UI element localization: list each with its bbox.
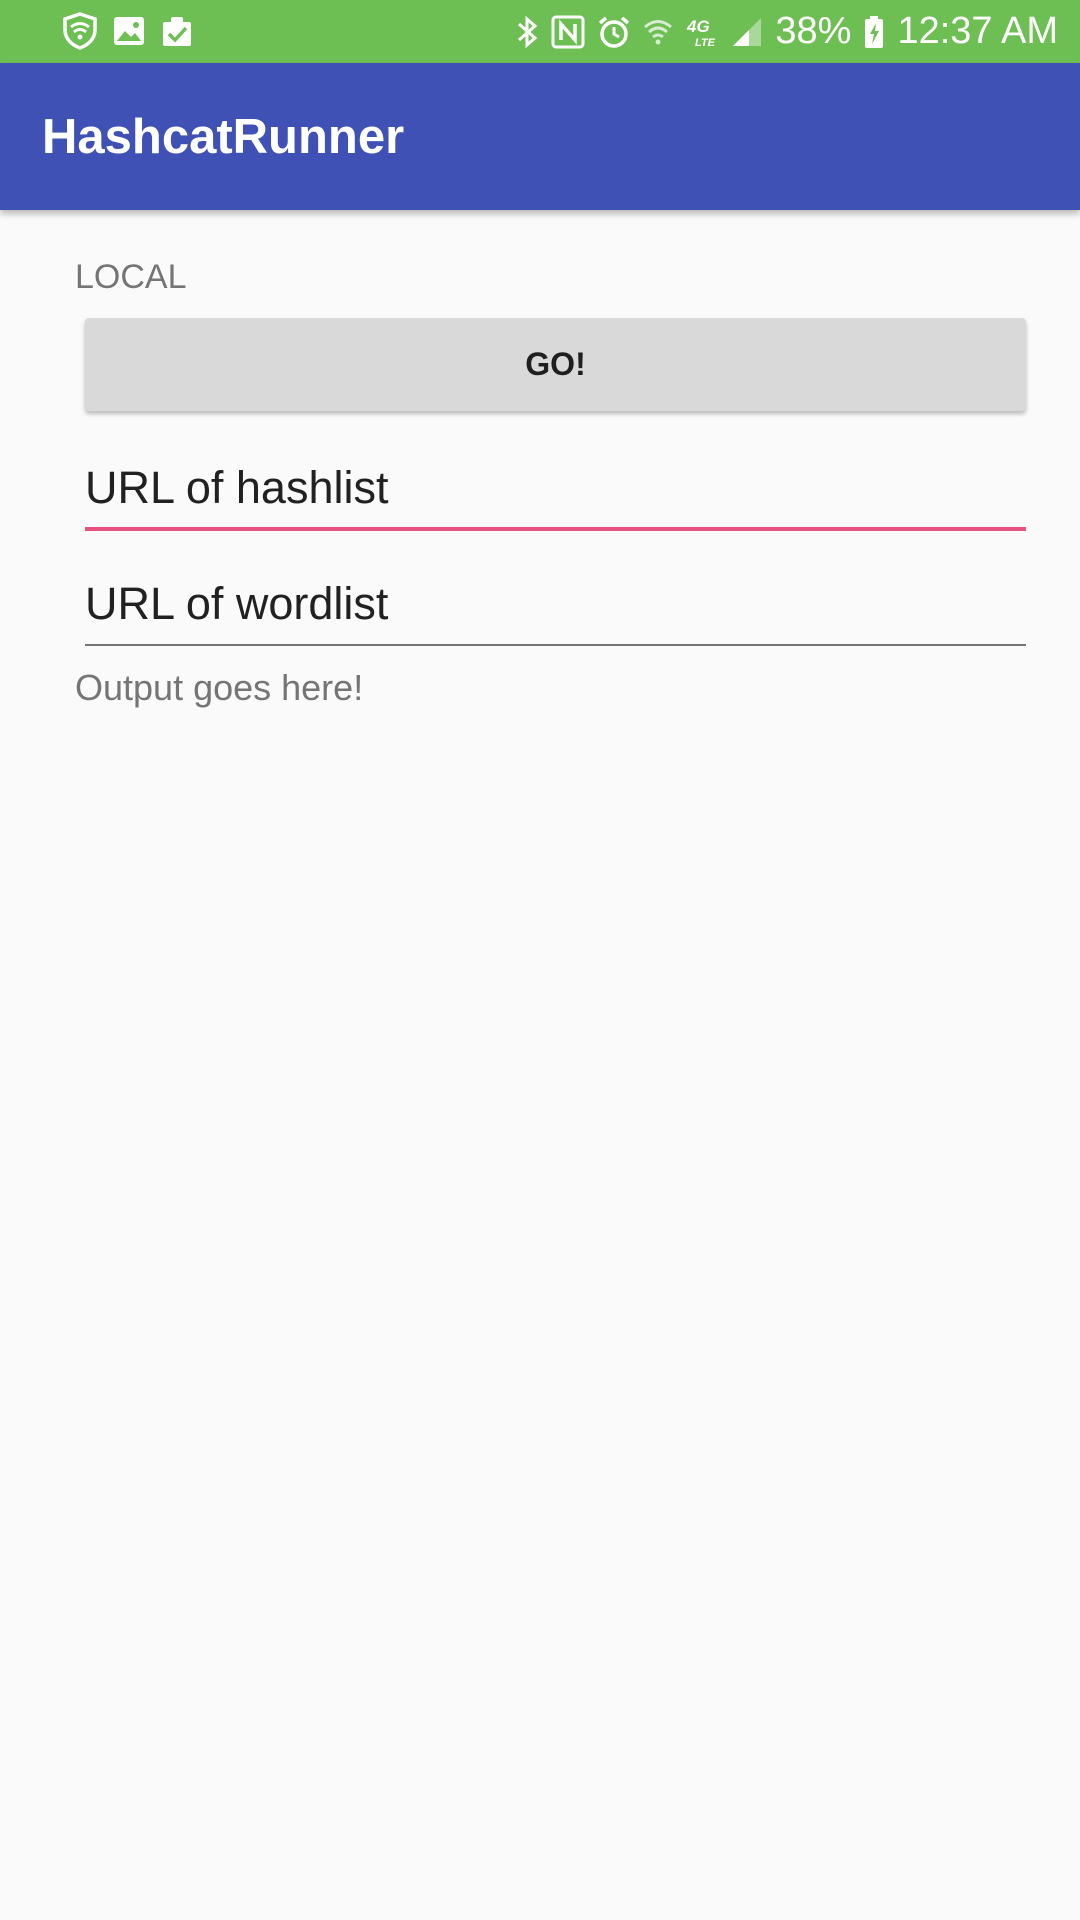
nfc-icon: [551, 15, 585, 49]
section-label-local: LOCAL: [75, 258, 187, 296]
go-button[interactable]: GO!: [85, 318, 1026, 411]
clock: 12:37 AM: [897, 10, 1058, 52]
app-bar: HashcatRunner: [0, 63, 1080, 210]
status-right-icons: 4G LTE 38% 12:37 AM: [515, 0, 1058, 63]
output-text: Output goes here!: [75, 667, 364, 708]
status-left-icons: [62, 12, 194, 50]
bluetooth-icon: [515, 14, 539, 50]
alarm-icon: [597, 15, 631, 49]
lte-4g-icon: 4G LTE: [685, 15, 719, 49]
wifi-icon: [643, 15, 673, 49]
wordlist-field-underline: [85, 644, 1026, 646]
shield-wifi-icon: [62, 12, 98, 50]
hashlist-url-input[interactable]: [85, 458, 1026, 518]
battery-charging-icon: [863, 15, 885, 49]
status-bar: 4G LTE 38% 12:37 AM: [0, 0, 1080, 63]
wordlist-field: [85, 574, 1026, 646]
svg-text:LTE: LTE: [695, 37, 716, 49]
hashlist-field-underline: [85, 527, 1026, 531]
app-title: HashcatRunner: [42, 110, 405, 164]
wordlist-url-input[interactable]: [85, 574, 1026, 634]
gallery-icon: [112, 14, 146, 48]
hashlist-field: [85, 458, 1026, 531]
svg-text:4G: 4G: [686, 17, 710, 36]
battery-percent: 38%: [775, 10, 852, 52]
signal-icon: [731, 16, 763, 48]
clipboard-check-icon: [160, 14, 194, 48]
